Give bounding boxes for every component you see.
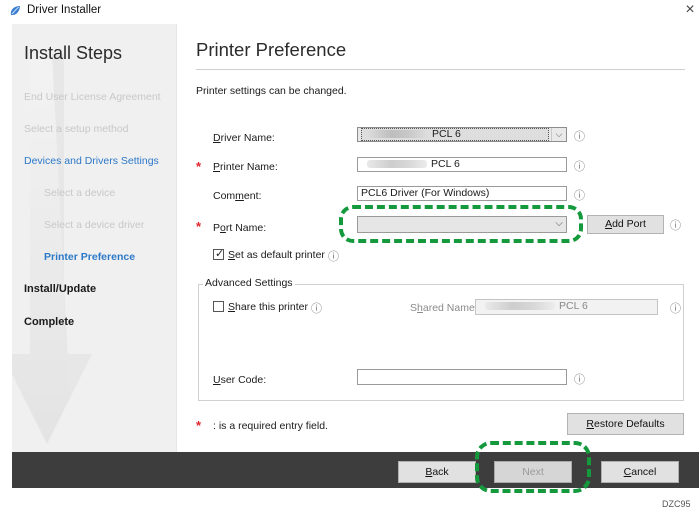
- steps-arrow-graphic: [12, 54, 92, 444]
- advanced-settings-title: Advanced Settings: [203, 277, 295, 289]
- comment-label: Comment:: [213, 190, 262, 202]
- redacted-model: [368, 130, 428, 139]
- share-printer-label[interactable]: Share this printer: [228, 301, 308, 313]
- comment-info-icon[interactable]: ⓘ: [574, 187, 585, 203]
- step-install-update: Install/Update: [24, 283, 97, 295]
- shared-name-label: Shared Name:: [410, 302, 478, 314]
- default-printer-label[interactable]: Set as default printer: [228, 249, 325, 261]
- share-printer-info-icon[interactable]: ⓘ: [311, 300, 322, 316]
- add-port-button[interactable]: Add Port: [587, 215, 664, 234]
- required-mark: *: [196, 219, 202, 234]
- driver-name-label: Driver Name:: [213, 132, 275, 144]
- required-mark: *: [196, 159, 202, 174]
- app-icon: [10, 6, 20, 16]
- chevron-down-icon: ⌵: [551, 128, 566, 141]
- back-button[interactable]: Back: [398, 461, 476, 483]
- page-description: Printer settings can be changed.: [196, 85, 347, 97]
- user-code-info-icon[interactable]: ⓘ: [574, 371, 585, 387]
- printer-name-label: Printer Name:: [213, 161, 278, 173]
- required-mark: *: [196, 418, 202, 433]
- step-eula: End User License Agreement: [24, 91, 161, 103]
- step-printer-preference: Printer Preference: [44, 251, 136, 263]
- check-icon: ✓: [215, 248, 225, 260]
- user-code-label: User Code:: [213, 374, 267, 386]
- printer-name-input[interactable]: PCL 6: [357, 157, 567, 172]
- driver-name-select[interactable]: PCL 6 ⌵: [357, 127, 567, 142]
- step-complete: Complete: [24, 316, 75, 328]
- driver-name-info-icon[interactable]: ⓘ: [574, 128, 585, 144]
- title-bar: [0, 0, 699, 22]
- step-select-driver: Select a device driver: [44, 219, 145, 231]
- default-printer-info-icon[interactable]: ⓘ: [328, 248, 339, 264]
- navigation-bar: [12, 452, 699, 488]
- comment-input[interactable]: PCL6 Driver (For Windows): [357, 186, 567, 201]
- steps-title: Install Steps: [24, 43, 123, 63]
- port-name-info-icon[interactable]: ⓘ: [670, 217, 681, 233]
- shared-name-input[interactable]: PCL 6: [475, 299, 658, 315]
- port-name-highlight: [339, 205, 583, 243]
- step-devices-drivers: Devices and Drivers Settings: [24, 155, 159, 167]
- step-setup-method: Select a setup method: [24, 123, 129, 135]
- restore-defaults-button[interactable]: Restore Defaults: [567, 413, 684, 435]
- shared-name-info-icon[interactable]: ⓘ: [670, 300, 681, 316]
- user-code-input[interactable]: [357, 369, 567, 385]
- redacted-model: [367, 160, 427, 169]
- install-steps-panel: Install Steps End User License Agreement…: [12, 24, 177, 452]
- cancel-button[interactable]: Cancel: [601, 461, 679, 483]
- close-icon[interactable]: ×: [683, 1, 697, 19]
- default-printer-checkbox[interactable]: ✓: [213, 248, 225, 260]
- next-button-highlight: [475, 441, 591, 493]
- page-title: Printer Preference: [196, 39, 347, 60]
- driver-name-focus: PCL 6: [361, 128, 549, 141]
- port-name-label: Port Name:: [213, 222, 267, 234]
- printer-name-info-icon[interactable]: ⓘ: [574, 158, 585, 174]
- title-divider: [196, 69, 685, 70]
- redacted-model: [485, 302, 555, 311]
- share-printer-checkbox[interactable]: [213, 301, 224, 312]
- window-title: Driver Installer: [27, 4, 102, 16]
- step-select-device: Select a device: [44, 187, 116, 199]
- required-note: : is a required entry field.: [213, 420, 328, 432]
- figure-code: DZC95: [662, 499, 691, 509]
